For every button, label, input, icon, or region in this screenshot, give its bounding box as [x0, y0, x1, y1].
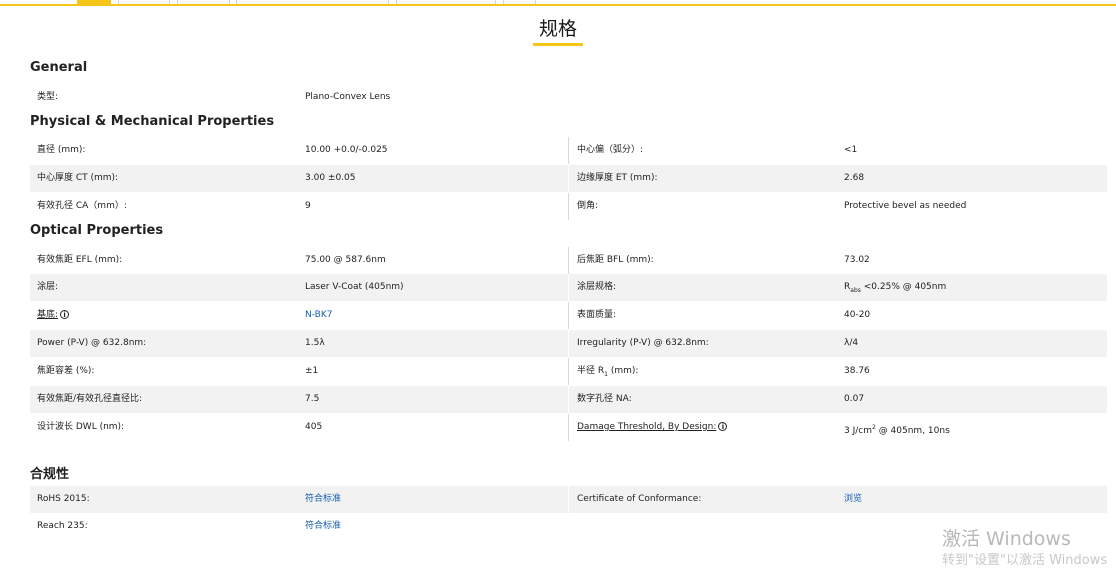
- rohs-compliance-link[interactable]: 符合标准: [305, 486, 341, 513]
- spec-value: Plano-Convex Lens: [305, 92, 391, 102]
- column-divider: [568, 386, 569, 413]
- column-divider: [568, 274, 569, 301]
- spec-label: 涂层:: [37, 282, 59, 292]
- column-divider: [568, 193, 569, 220]
- spec-value: 9: [305, 201, 311, 211]
- spec-value: 3.00 ±0.05: [305, 173, 356, 183]
- spec-label-radius: 半径 R1 (mm):: [577, 358, 638, 385]
- section-title-compliance: 合规性: [30, 467, 70, 482]
- spec-row: 直径 (mm): 10.00 +0.0/-0.025 中心偏（弧分）: <1: [30, 137, 1107, 164]
- spec-value: 2.68: [844, 173, 865, 183]
- certificate-view-link[interactable]: 浏览: [844, 486, 862, 513]
- spec-label-part: 半径 R: [577, 366, 605, 376]
- spec-label-text[interactable]: 基底:: [37, 310, 58, 320]
- spec-value: Protective bevel as needed: [844, 201, 967, 211]
- spec-value: <1: [844, 145, 858, 155]
- spec-row: 焦距容差 (%): ±1 半径 R1 (mm): 38.76: [30, 358, 1107, 385]
- column-divider: [568, 358, 569, 385]
- column-divider: [568, 486, 569, 513]
- column-divider: [568, 247, 569, 274]
- spec-label: 设计波长 DWL (nm):: [37, 422, 125, 432]
- spec-value-part: @ 405nm, 10ns: [875, 426, 950, 436]
- spec-label: 中心厚度 CT (mm):: [37, 173, 119, 183]
- spec-label: 数字孔径 NA:: [577, 394, 632, 404]
- section-title-physical: Physical & Mechanical Properties: [30, 114, 275, 129]
- column-divider: [568, 302, 569, 329]
- spec-label: Irregularity (P-V) @ 632.8nm:: [577, 338, 709, 348]
- spec-label: 有效孔径 CA（mm）:: [37, 201, 127, 211]
- reach-compliance-link[interactable]: 符合标准: [305, 513, 341, 540]
- spec-label-part: (mm):: [607, 366, 639, 376]
- spec-label: RoHS 2015:: [37, 494, 90, 504]
- section-title-general: General: [30, 60, 88, 75]
- spec-value: 7.5: [305, 394, 320, 404]
- substrate-link[interactable]: N-BK7: [305, 302, 332, 329]
- column-divider: [568, 137, 569, 164]
- spec-label: 焦距容差 (%):: [37, 366, 95, 376]
- page-title-wrap: 规格: [0, 17, 1116, 46]
- activation-watermark: 激活 Windows: [942, 528, 1071, 550]
- spec-value: 75.00 @ 587.6nm: [305, 255, 386, 265]
- info-icon[interactable]: i: [60, 310, 70, 319]
- spec-value: 0.07: [844, 394, 865, 404]
- spec-value: ±1: [305, 366, 319, 376]
- spec-value: 73.02: [844, 255, 870, 265]
- column-divider: [568, 414, 569, 441]
- spec-label: Reach 235:: [37, 521, 88, 531]
- section-title-optical: Optical Properties: [30, 223, 164, 238]
- spec-value-damage: 3 J/cm2 @ 405nm, 10ns: [844, 414, 950, 441]
- column-divider: [568, 330, 569, 357]
- spec-row-type: 类型: Plano-Convex Lens: [30, 84, 1107, 111]
- spec-label-substrate: 基底: i: [37, 302, 70, 329]
- spec-value-part: 3 J/cm: [844, 426, 872, 436]
- spec-value: 38.76: [844, 366, 870, 376]
- spec-row: 有效孔径 CA（mm）: 9 倒角: Protective bevel as n…: [30, 193, 1107, 220]
- spec-label: 有效焦距 EFL (mm):: [37, 255, 123, 265]
- spec-label: Power (P-V) @ 632.8nm:: [37, 338, 147, 348]
- spec-label: 有效焦距/有效孔径直径比:: [37, 394, 143, 404]
- spec-row: 设计波长 DWL (nm): 405 Damage Threshold, By …: [30, 414, 1107, 441]
- accent-line: [0, 4, 1116, 6]
- spec-label-damage-threshold: Damage Threshold, By Design: i: [577, 414, 728, 441]
- spec-row: RoHS 2015: 符合标准 Certificate of Conforman…: [30, 486, 1107, 513]
- subscript: abs: [850, 286, 861, 294]
- spec-label: Certificate of Conformance:: [577, 494, 702, 504]
- spec-value: 1.5λ: [305, 338, 325, 348]
- spec-label: 直径 (mm):: [37, 145, 86, 155]
- spec-value: Laser V-Coat (405nm): [305, 282, 404, 292]
- spec-label: 表面质量:: [577, 310, 617, 320]
- spec-label: 倒角:: [577, 201, 599, 211]
- spec-label: 类型:: [37, 92, 59, 102]
- spec-value: 405: [305, 422, 323, 432]
- spec-row: 涂层: Laser V-Coat (405nm) 涂层规格: Rabs <0.2…: [30, 274, 1107, 301]
- spec-value: 40-20: [844, 310, 871, 320]
- spec-value-part: <0.25% @ 405nm: [860, 282, 947, 292]
- spec-label: 涂层规格:: [577, 282, 617, 292]
- spec-value-coating-spec: Rabs <0.25% @ 405nm: [844, 274, 946, 301]
- spec-label: 边缘厚度 ET (mm):: [577, 173, 658, 183]
- page-title: 规格: [532, 17, 583, 46]
- spec-row: 有效焦距 EFL (mm): 75.00 @ 587.6nm 后焦距 BFL (…: [30, 247, 1107, 274]
- column-divider: [568, 165, 569, 192]
- spec-value: 10.00 +0.0/-0.025: [305, 145, 388, 155]
- spec-row: 有效焦距/有效孔径直径比: 7.5 数字孔径 NA: 0.07: [30, 386, 1107, 413]
- top-tab-strip: [0, 0, 1116, 7]
- spec-label-text[interactable]: Damage Threshold, By Design:: [577, 422, 716, 432]
- spec-label: 中心偏（弧分）:: [577, 145, 644, 155]
- spec-value: λ/4: [844, 338, 859, 348]
- info-icon[interactable]: i: [718, 422, 728, 431]
- spec-row: Power (P-V) @ 632.8nm: 1.5λ Irregularity…: [30, 330, 1107, 357]
- spec-label: 后焦距 BFL (mm):: [577, 255, 654, 265]
- spec-row: 中心厚度 CT (mm): 3.00 ±0.05 边缘厚度 ET (mm): 2…: [30, 165, 1107, 192]
- spec-row: 基底: i N-BK7 表面质量: 40-20: [30, 302, 1107, 329]
